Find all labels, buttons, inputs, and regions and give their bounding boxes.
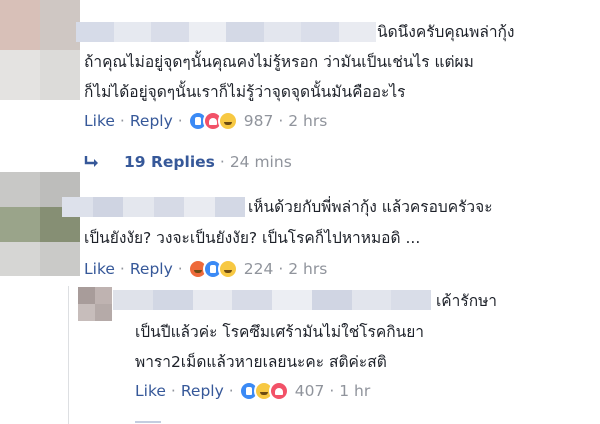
timestamp[interactable]: 2 hrs [288, 260, 327, 278]
avatar[interactable] [78, 287, 112, 321]
cut-off-row [135, 416, 165, 424]
comment-actions: Like · Reply · 407 · 1 hr [135, 381, 371, 401]
comment-text-line: พารา2เม็ดแล้วหายเลยนะคะ สติค่ะสติ [135, 353, 387, 371]
reaction-icons[interactable] [187, 259, 238, 279]
reaction-count[interactable]: 224 [244, 260, 274, 278]
thread-divider [68, 286, 69, 424]
reply-button[interactable]: Reply [130, 112, 173, 130]
avatar[interactable] [0, 172, 80, 276]
reply-button[interactable]: Reply [181, 382, 224, 400]
commenter-name-blurred[interactable] [76, 22, 376, 42]
replies-count[interactable]: 19 Replies [124, 153, 215, 171]
like-button[interactable]: Like [84, 260, 115, 278]
comment-text-line: เค้ารักษา [436, 292, 498, 310]
commenter-name-blurred[interactable] [113, 290, 431, 310]
like-button[interactable]: Like [84, 112, 115, 130]
comment-text-line: เป็นยังงัย? วงจะเป็นยังงัย? เป็นโรคก็ไปห… [84, 229, 421, 247]
timestamp[interactable]: 2 hrs [288, 112, 327, 130]
love-reaction-icon [268, 381, 289, 401]
reply-arrow-icon [84, 156, 98, 167]
reaction-count[interactable]: 407 [295, 382, 325, 400]
comment-text-line: เห็นด้วยกับพี่พล่ากุ้ง แล้วครอบครัวจะ [248, 198, 493, 216]
comment-actions: Like · Reply · 987 · 2 hrs [84, 111, 328, 131]
sad-reaction-icon [217, 111, 238, 131]
reaction-icons[interactable] [238, 381, 289, 401]
like-button[interactable]: Like [135, 382, 166, 400]
reaction-count[interactable]: 987 [244, 112, 274, 130]
reaction-icons[interactable] [187, 111, 238, 131]
comment-actions: Like · Reply · 224 · 2 hrs [84, 259, 328, 279]
comment-text-line: นิดนึงครับคุณพล่ากุ้ง [377, 23, 515, 41]
view-replies-link[interactable]: 19 Replies · 24 mins [84, 151, 292, 173]
commenter-name-blurred[interactable] [62, 197, 245, 217]
comment-text-line: เป็นปีแล้วค่ะ โรคซึมเศร้ามันไม่ใช่โรคกิน… [135, 323, 425, 341]
timestamp[interactable]: 1 hr [339, 382, 370, 400]
avatar[interactable] [0, 0, 80, 100]
comment-text-line: ถ้าคุณไม่อยู่จุดๆนั้นคุณคงไม่รู้หรอก ว่า… [84, 53, 474, 71]
reply-button[interactable]: Reply [130, 260, 173, 278]
comment-text-line: ก็ไม่ได้อยู่จุดๆนั้นเราก็ไม่รู้ว่าจุดจุด… [84, 83, 406, 101]
timestamp: 24 mins [229, 153, 292, 171]
haha-reaction-icon [217, 259, 238, 279]
